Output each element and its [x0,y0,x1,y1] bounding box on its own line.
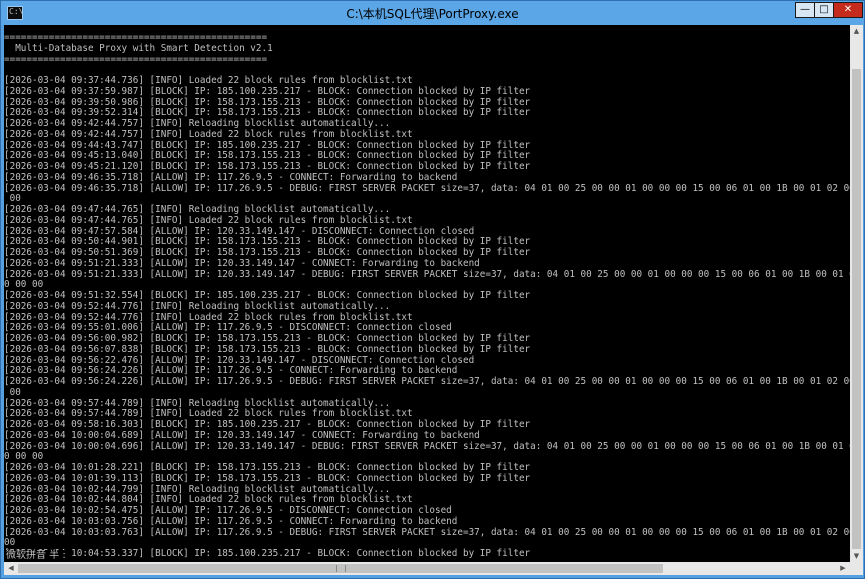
console-output[interactable]: ========================================… [4,25,850,562]
scroll-right-icon[interactable]: ▶ [838,564,848,572]
title-bar[interactable]: C:\ C:\本机SQL代理\PortProxy.exe — □ ✕ [1,1,864,25]
vertical-scroll-thumb[interactable] [852,69,861,549]
console-line: [2026-03-04 10:00:04.689] [ALLOW] IP: 12… [4,429,480,441]
console-line: [2026-03-04 10:04:53.337] [BLOCK] IP: 18… [4,548,531,559]
scroll-up-icon[interactable]: ▲ [850,27,863,35]
ime-status-bar[interactable]: 微软拼音 半 : [6,550,68,562]
console-lines: ========================================… [4,32,850,560]
window-title: C:\本机SQL代理\PortProxy.exe [346,7,519,21]
console-line: [2026-03-04 10:01:39.113] [BLOCK] IP: 15… [4,472,531,484]
console-line: Multi-Database Proxy with Smart Detectio… [4,42,273,54]
console-line: [2026-03-04 09:46:35.718] [ALLOW] IP: 11… [4,182,850,194]
console-line: ========================================… [4,53,268,65]
scroll-down-icon[interactable]: ▼ [850,552,863,560]
scroll-grip-icon [336,565,346,572]
console-line: [2026-03-04 09:52:44.776] [INFO] Reloadi… [4,300,391,312]
console-line: [2026-03-04 09:56:24.226] [ALLOW] IP: 11… [4,376,850,387]
minimize-button[interactable]: — [795,2,815,18]
horizontal-scroll-thumb[interactable] [18,564,663,573]
console-line: [2026-03-04 09:47:44.765] [INFO] Loaded … [4,214,413,226]
console-line: [2026-03-04 10:00:04.696] [ALLOW] IP: 12… [4,440,850,452]
console-line: [2026-03-04 09:37:59.987] [BLOCK] IP: 18… [4,85,531,97]
scrollbar-corner [850,562,863,575]
console-line: [2026-03-04 09:42:44.757] [INFO] Loaded … [4,128,413,140]
console-window: C:\ C:\本机SQL代理\PortProxy.exe — □ ✕ =====… [0,0,865,579]
console-line: [2026-03-04 09:51:21.333] [ALLOW] IP: 12… [4,268,850,280]
scroll-left-icon[interactable]: ◀ [6,564,16,572]
vertical-scrollbar[interactable]: ▲ ▼ [850,25,863,562]
console-line: 00 [4,386,21,398]
console-line: [2026-03-04 09:51:21.333] [ALLOW] IP: 12… [4,257,480,269]
horizontal-scrollbar[interactable]: ◀ ▶ [4,562,850,575]
console-line: [2026-03-04 09:56:07.838] [BLOCK] IP: 15… [4,343,531,355]
close-button[interactable]: ✕ [833,2,863,18]
maximize-button[interactable]: □ [814,2,834,18]
console-line: [2026-03-04 10:03:03.756] [ALLOW] IP: 11… [4,515,458,527]
console-line: [2026-03-04 10:03:03.763] [ALLOW] IP: 11… [4,526,850,538]
console-line: [2026-03-04 09:46:35.718] [ALLOW] IP: 11… [4,171,458,183]
